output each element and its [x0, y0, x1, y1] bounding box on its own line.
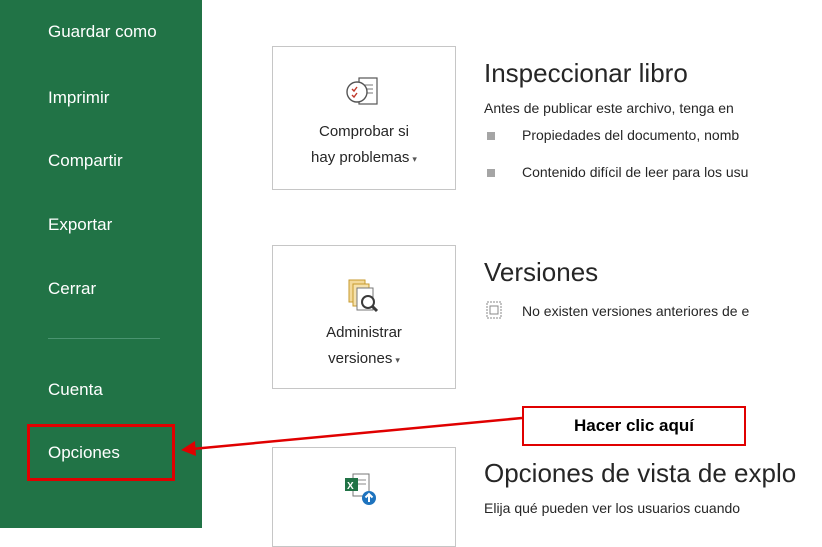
callout-arrow [181, 416, 523, 456]
